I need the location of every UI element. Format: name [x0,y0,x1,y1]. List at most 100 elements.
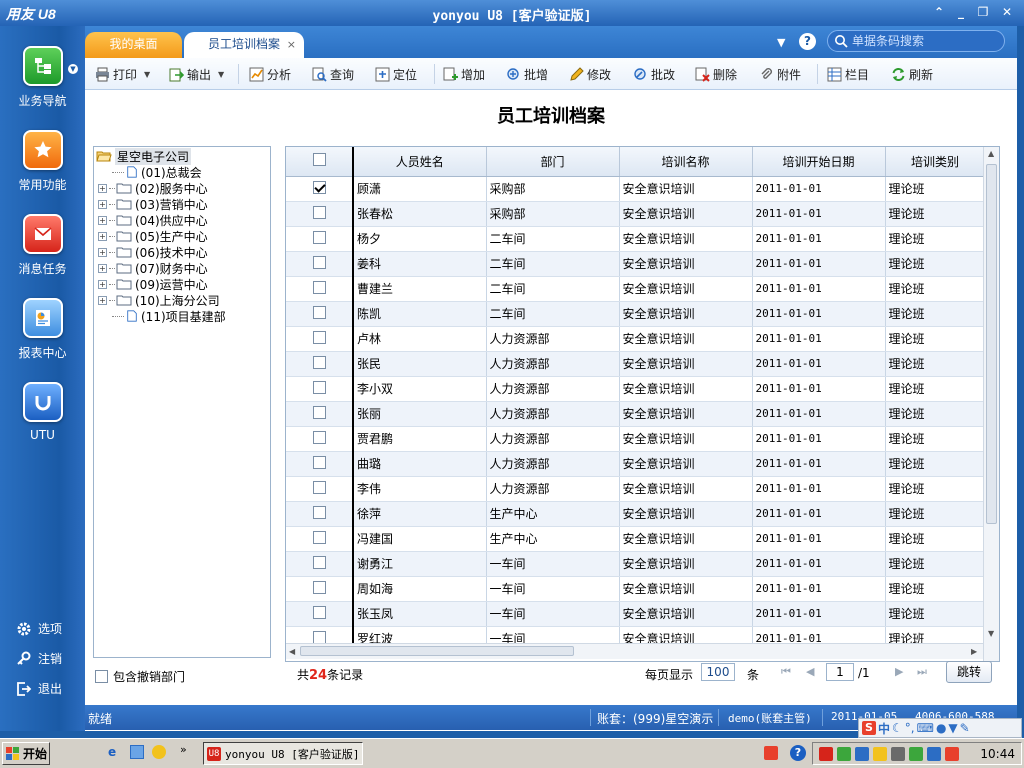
cell-name[interactable]: 杨夕 [353,226,487,252]
row-checkbox[interactable] [312,180,326,194]
cell-start-date[interactable]: 2011-01-01 [752,401,886,427]
per-page-input[interactable]: 100 [701,663,735,681]
expand-icon[interactable]: + [98,295,107,305]
batch-add-button[interactable]: 批增 [506,64,548,84]
col-header-dept[interactable]: 部门 [486,147,620,177]
table-row[interactable]: 李小双 人力资源部 安全意识培训 2011-01-01 理论班 [286,376,986,402]
cell-category[interactable]: 理论班 [885,301,986,327]
cell-training[interactable]: 安全意识培训 [619,176,753,202]
vertical-scrollbar[interactable]: ▲ ▼ [983,147,999,661]
cell-dept[interactable]: 二车间 [486,226,620,252]
cell-training[interactable]: 安全意识培训 [619,551,753,577]
tree-node[interactable]: + (03)营销中心 [98,196,208,212]
include-revoked-option[interactable]: 包含撤销部门 [95,668,185,685]
cell-start-date[interactable]: 2011-01-01 [752,326,886,352]
cell-category[interactable]: 理论班 [885,451,986,477]
tree-node[interactable]: + (04)供应中心 [98,212,208,228]
cell-dept[interactable]: 二车间 [486,276,620,302]
cell-training[interactable]: 安全意识培训 [619,426,753,452]
minimize-icon[interactable]: _ [952,4,970,21]
row-checkbox[interactable] [312,230,326,244]
cell-start-date[interactable]: 2011-01-01 [752,576,886,602]
cell-training[interactable]: 安全意识培训 [619,451,753,477]
col-header-name[interactable]: 人员姓名 [353,147,487,177]
tab-close-icon[interactable]: × [287,33,296,57]
table-row[interactable]: 顾潇 采购部 安全意识培训 2011-01-01 理论班 [286,176,986,202]
table-row[interactable]: 曲璐 人力资源部 安全意识培训 2011-01-01 理论班 [286,451,986,477]
cell-dept[interactable]: 人力资源部 [486,401,620,427]
search-input[interactable] [852,33,1000,49]
attachment-button[interactable]: 附件 [759,64,801,84]
cell-dept[interactable]: 人力资源部 [486,451,620,477]
col-header-training[interactable]: 培训名称 [619,147,753,177]
cell-dept[interactable]: 人力资源部 [486,426,620,452]
row-checkbox[interactable] [312,630,326,644]
prev-page-icon[interactable]: ◀ [806,665,814,678]
table-row[interactable]: 张春松 采购部 安全意识培训 2011-01-01 理论班 [286,201,986,227]
tree-node[interactable]: + (02)服务中心 [98,180,208,196]
tab-employee-training[interactable]: 员工培训档案 × [184,32,304,58]
table-row[interactable]: 贾君鹏 人力资源部 安全意识培训 2011-01-01 理论班 [286,426,986,452]
cell-name[interactable]: 冯建国 [353,526,487,552]
expand-icon[interactable]: + [98,279,107,289]
cell-name[interactable]: 周如海 [353,576,487,602]
tray-icon-monitor[interactable] [855,747,869,761]
tray-icon-sogou[interactable] [945,747,959,761]
cell-category[interactable]: 理论班 [885,401,986,427]
export-dropdown-icon[interactable]: ▼ [218,70,224,79]
cell-category[interactable]: 理论班 [885,376,986,402]
cell-name[interactable]: 曹建兰 [353,276,487,302]
cell-category[interactable]: 理论班 [885,226,986,252]
app-quick-icon[interactable] [152,745,166,759]
cell-name[interactable]: 顾潇 [353,176,487,202]
table-row[interactable]: 曹建兰 二车间 安全意识培训 2011-01-01 理论班 [286,276,986,302]
tray-icon-volume[interactable] [891,747,905,761]
row-checkbox[interactable] [312,605,326,619]
cell-category[interactable]: 理论班 [885,476,986,502]
col-header-category[interactable]: 培训类别 [885,147,986,177]
cell-dept[interactable]: 人力资源部 [486,351,620,377]
page-number-input[interactable]: 1 [826,663,854,681]
expand-icon[interactable]: + [98,231,107,241]
cell-category[interactable]: 理论班 [885,576,986,602]
cell-start-date[interactable]: 2011-01-01 [752,426,886,452]
logout-button[interactable]: 注销 [16,650,62,667]
expand-icon[interactable]: + [98,215,107,225]
row-checkbox[interactable] [312,455,326,469]
cell-category[interactable]: 理论班 [885,601,986,627]
table-row[interactable]: 徐萍 生产中心 安全意识培训 2011-01-01 理论班 [286,501,986,527]
print-button[interactable]: 打印 ▼ [95,64,150,84]
cell-training[interactable]: 安全意识培训 [619,201,753,227]
last-page-icon[interactable]: ⏭ [917,665,927,679]
cell-category[interactable]: 理论班 [885,326,986,352]
table-row[interactable]: 张民 人力资源部 安全意识培训 2011-01-01 理论班 [286,351,986,377]
ime-toolbar[interactable]: S 中 ☾ °, ⌨ ● ▼ ✎ [858,718,1022,738]
cell-training[interactable]: 安全意识培训 [619,526,753,552]
row-checkbox[interactable] [312,305,326,319]
nav-business-navigation[interactable]: 业务导航 ▼ [0,46,85,109]
row-checkbox[interactable] [312,280,326,294]
tree-node[interactable]: + (09)运营中心 [98,276,208,292]
punctuation-icon[interactable]: °, [905,721,915,735]
table-row[interactable]: 周如海 一车间 安全意识培训 2011-01-01 理论班 [286,576,986,602]
row-checkbox[interactable] [312,505,326,519]
expand-icon[interactable]: + [98,199,107,209]
cell-start-date[interactable]: 2011-01-01 [752,201,886,227]
row-checkbox[interactable] [312,330,326,344]
cell-name[interactable]: 张丽 [353,401,487,427]
tree-node[interactable]: + (05)生产中心 [98,228,208,244]
tray-icon-security[interactable] [909,747,923,761]
cell-dept[interactable]: 人力资源部 [486,376,620,402]
cell-start-date[interactable]: 2011-01-01 [752,301,886,327]
scroll-right-icon[interactable]: ▶ [971,647,977,656]
cell-dept[interactable]: 一车间 [486,576,620,602]
cell-start-date[interactable]: 2011-01-01 [752,476,886,502]
row-checkbox[interactable] [312,580,326,594]
cell-category[interactable]: 理论班 [885,176,986,202]
next-page-icon[interactable]: ▶ [895,665,903,678]
cell-name[interactable]: 姜科 [353,251,487,277]
row-checkbox[interactable] [312,205,326,219]
moon-icon[interactable]: ☾ [892,721,903,735]
nav-dropdown-icon[interactable]: ▼ [68,64,78,74]
sogou-tray-icon[interactable] [764,746,778,760]
